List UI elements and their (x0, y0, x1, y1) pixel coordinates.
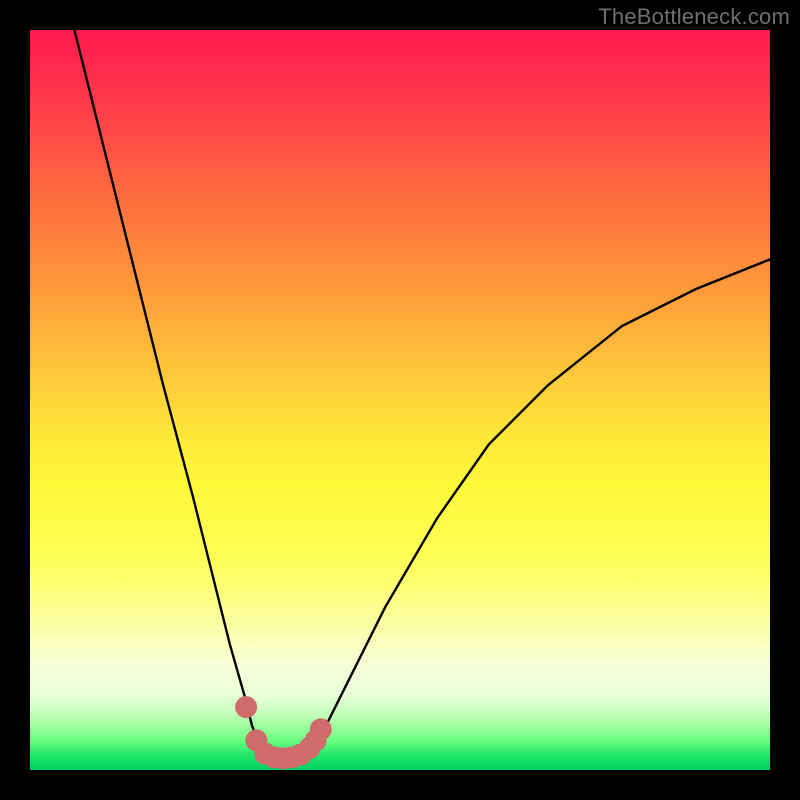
highlight-dot (310, 718, 332, 740)
chart-plot-area (30, 30, 770, 770)
outer-frame: TheBottleneck.com (0, 0, 800, 800)
watermark-text: TheBottleneck.com (598, 4, 790, 30)
highlight-dots (235, 696, 332, 769)
highlight-dot (235, 696, 257, 718)
chart-svg (30, 30, 770, 770)
bottleneck-curve (74, 30, 770, 758)
